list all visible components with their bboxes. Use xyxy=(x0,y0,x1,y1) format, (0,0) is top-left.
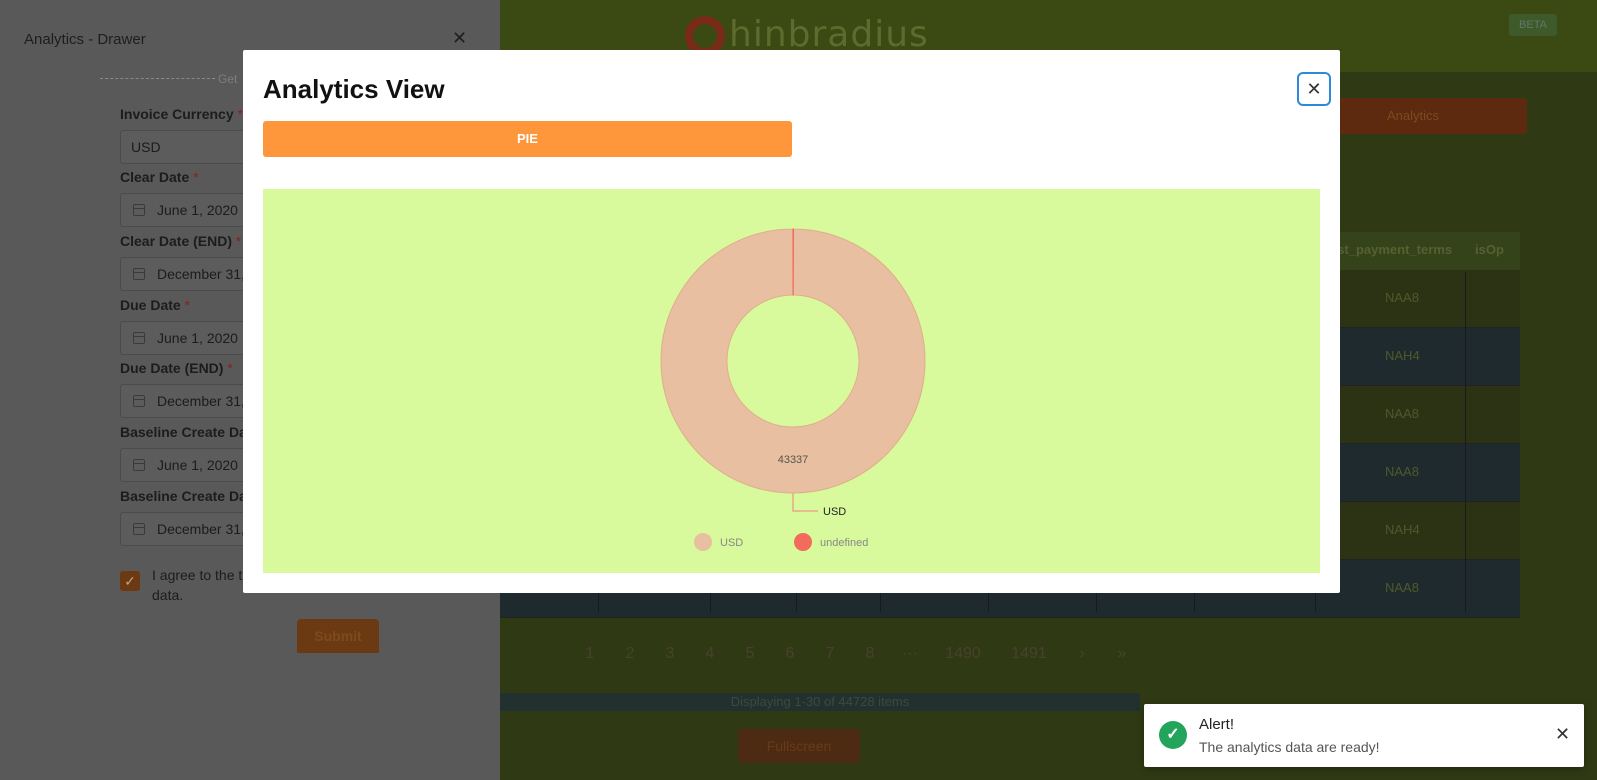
calendar-icon xyxy=(133,523,145,535)
next-page-icon[interactable]: › xyxy=(1062,645,1102,663)
chart-panel: 43337 USD USD undefined xyxy=(263,189,1320,573)
callout-label: USD xyxy=(823,506,846,518)
page-ellipsis[interactable]: ··· xyxy=(890,645,930,663)
calendar-icon xyxy=(133,268,145,280)
display-count: Displaying 1-30 of 44728 items xyxy=(500,693,1140,711)
modal-close-button[interactable]: ✕ xyxy=(1297,72,1331,106)
legend-label[interactable]: USD xyxy=(720,537,743,549)
calendar-icon xyxy=(133,459,145,471)
calendar-icon xyxy=(133,395,145,407)
page-button[interactable]: 5 xyxy=(730,645,770,663)
divider xyxy=(100,78,215,79)
close-icon: ✕ xyxy=(1306,79,1322,99)
page-button[interactable]: 8 xyxy=(850,645,890,663)
agree-checkbox[interactable]: ✓ xyxy=(120,571,140,591)
toast-title: Alert! xyxy=(1199,716,1235,733)
legend-marker[interactable] xyxy=(794,533,812,551)
fullscreen-button[interactable]: Fullscreen xyxy=(738,729,860,763)
clear-date-end-label: Clear Date (END) * xyxy=(120,233,242,249)
pagination: 1 2 3 4 5 6 7 8 ··· 1490 1491 ›» xyxy=(570,645,1142,669)
last-page-icon[interactable]: » xyxy=(1102,645,1142,663)
pie-slice-undefined[interactable] xyxy=(792,228,795,296)
calendar-icon xyxy=(133,204,145,216)
column-header-terms[interactable]: cust_payment_terms xyxy=(1322,242,1452,257)
column-header-isopen[interactable]: isOp xyxy=(1475,242,1504,257)
due-date-label: Due Date * xyxy=(120,297,191,313)
drawer-close-icon[interactable]: ✕ xyxy=(452,28,467,49)
callout-line xyxy=(792,493,818,512)
page-button[interactable]: 1491 xyxy=(996,645,1062,663)
check-circle-icon: ✓ xyxy=(1159,721,1187,749)
calendar-icon xyxy=(133,332,145,344)
beta-badge: BETA xyxy=(1509,14,1557,36)
toast-close-icon[interactable]: ✕ xyxy=(1555,724,1570,745)
legend-marker[interactable] xyxy=(694,533,712,551)
analytics-button[interactable]: Analytics xyxy=(1327,98,1527,134)
page-button[interactable]: 6 xyxy=(770,645,810,663)
baseline-create-label: Baseline Create Dat xyxy=(120,424,252,440)
baseline-create-end-label: Baseline Create Dat xyxy=(120,488,252,504)
pie-button[interactable]: PIE xyxy=(263,121,792,157)
invoice-currency-label: Invoice Currency * xyxy=(120,106,243,122)
page-button[interactable]: 1490 xyxy=(930,645,996,663)
analytics-modal: Analytics View ✕ PIE 43337 USD USD undefine… xyxy=(243,50,1340,593)
page-button[interactable]: 4 xyxy=(690,645,730,663)
toast-message: The analytics data are ready! xyxy=(1199,739,1380,755)
page-button[interactable]: 1 xyxy=(570,645,610,663)
submit-button[interactable]: Submit xyxy=(297,619,379,653)
page-button[interactable]: 3 xyxy=(650,645,690,663)
legend-label[interactable]: undefined xyxy=(820,537,868,549)
page-button[interactable]: 2 xyxy=(610,645,650,663)
pie-chart: 43337 USD USD undefined xyxy=(660,228,926,551)
page-button[interactable]: 7 xyxy=(810,645,850,663)
agree-text: I agree to the t data. xyxy=(152,567,243,603)
alert-toast: ✓ Alert! The analytics data are ready! ✕ xyxy=(1144,704,1584,767)
data-label: 43337 xyxy=(778,454,809,466)
drawer-title: Analytics - Drawer xyxy=(24,31,146,48)
column-divider xyxy=(1465,272,1466,612)
due-date-end-label: Due Date (END) * xyxy=(120,360,233,376)
clear-date-label: Clear Date * xyxy=(120,169,199,185)
divider-text: Get xyxy=(218,72,238,86)
modal-title: Analytics View xyxy=(263,74,445,104)
